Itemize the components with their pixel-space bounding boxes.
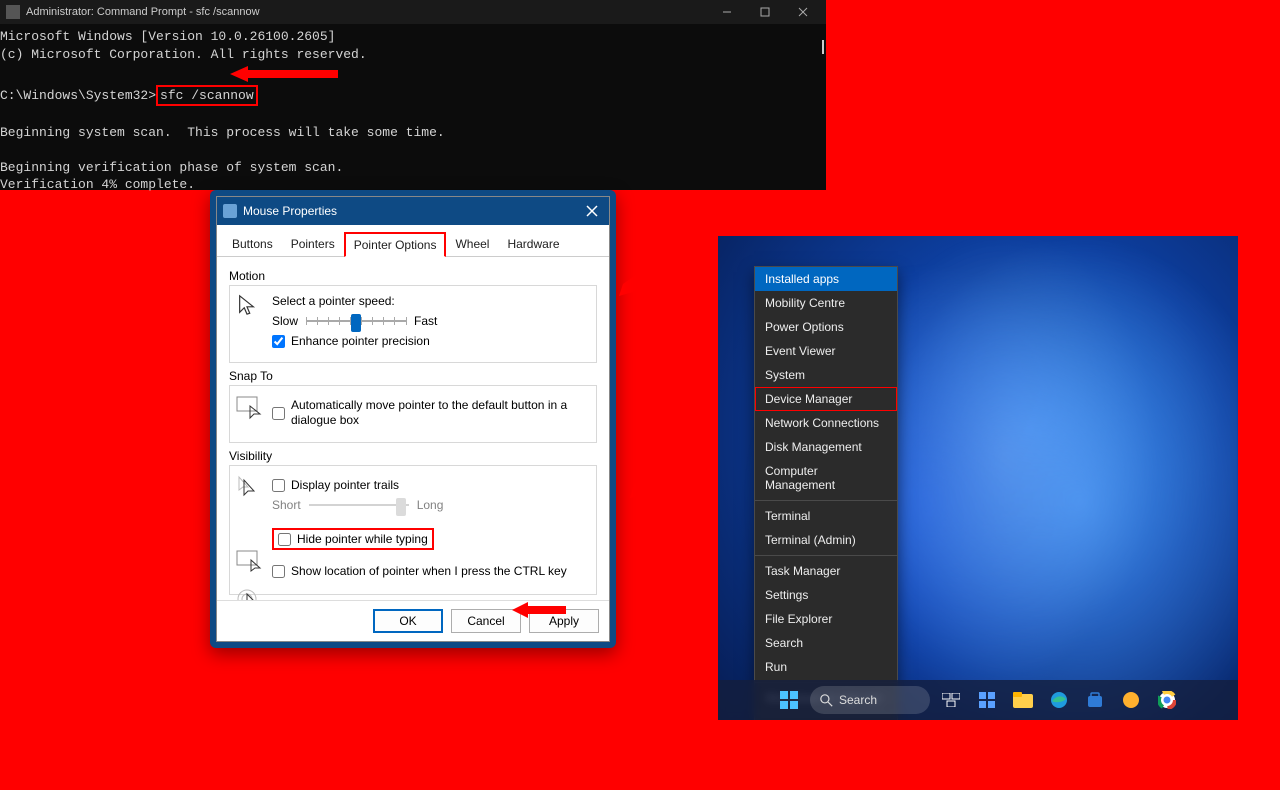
cmd-command-highlight: sfc /scannow xyxy=(156,85,258,107)
taskbar-search[interactable]: Search xyxy=(810,686,930,714)
taskbar: Search xyxy=(718,680,1238,720)
arrow-annotation xyxy=(617,256,667,296)
menu-installed-apps[interactable]: Installed apps xyxy=(755,267,897,291)
tab-hardware[interactable]: Hardware xyxy=(498,232,568,257)
snap-icon xyxy=(236,394,262,420)
search-icon xyxy=(820,694,833,707)
ctrl-locate-checkbox[interactable]: Show location of pointer when I press th… xyxy=(272,564,588,578)
menu-mobility-centre[interactable]: Mobility Centre xyxy=(755,291,897,315)
menu-separator xyxy=(755,555,897,556)
pointer-speed-slider[interactable]: Slow Fast xyxy=(272,312,588,330)
menu-network-connections[interactable]: Network Connections xyxy=(755,411,897,435)
minimize-button[interactable] xyxy=(708,0,746,24)
apply-button[interactable]: Apply xyxy=(529,609,599,633)
mp-titlebar: Mouse Properties xyxy=(217,197,609,225)
trails-icon xyxy=(236,474,262,500)
winx-menu: Installed apps Mobility Centre Power Opt… xyxy=(754,266,898,720)
menu-settings[interactable]: Settings xyxy=(755,583,897,607)
trails-length-slider: Short Long xyxy=(272,496,588,514)
menu-disk-management[interactable]: Disk Management xyxy=(755,435,897,459)
motion-label: Motion xyxy=(229,269,597,283)
widgets-button[interactable] xyxy=(972,685,1002,715)
cmd-body: Microsoft Windows [Version 10.0.26100.26… xyxy=(0,24,826,194)
tab-buttons[interactable]: Buttons xyxy=(223,232,282,257)
menu-device-manager[interactable]: Device Manager xyxy=(755,387,897,411)
snap-checkbox[interactable]: Automatically move pointer to the defaul… xyxy=(272,398,588,428)
arrow-annotation xyxy=(760,730,790,790)
task-view-button[interactable] xyxy=(936,685,966,715)
cmd-titlebar: Administrator: Command Prompt - sfc /sca… xyxy=(0,0,826,24)
mouse-properties-dialog: Mouse Properties Buttons Pointers Pointe… xyxy=(210,190,616,648)
edge-icon[interactable] xyxy=(1044,685,1074,715)
start-button[interactable] xyxy=(774,685,804,715)
mouse-icon xyxy=(223,204,237,218)
menu-power-options[interactable]: Power Options xyxy=(755,315,897,339)
menu-computer-management[interactable]: Computer Management xyxy=(755,459,897,497)
arrow-annotation xyxy=(628,450,678,500)
hide-icon xyxy=(236,550,262,572)
menu-system[interactable]: System xyxy=(755,363,897,387)
snap-group: Automatically move pointer to the defaul… xyxy=(229,385,597,443)
cancel-button[interactable]: Cancel xyxy=(451,609,521,633)
hide-pointer-highlight: Hide pointer while typing xyxy=(272,528,434,550)
menu-separator xyxy=(755,500,897,501)
menu-search[interactable]: Search xyxy=(755,631,897,655)
menu-terminal[interactable]: Terminal xyxy=(755,504,897,528)
ok-button[interactable]: OK xyxy=(373,609,443,633)
cursor-icon xyxy=(236,294,262,320)
cmd-caret xyxy=(822,40,824,54)
menu-event-viewer[interactable]: Event Viewer xyxy=(755,339,897,363)
mp-title: Mouse Properties xyxy=(243,204,337,218)
desktop-panel: Installed apps Mobility Centre Power Opt… xyxy=(718,236,1238,720)
hide-pointer-checkbox[interactable]: Hide pointer while typing xyxy=(278,532,428,546)
app-icon[interactable] xyxy=(1116,685,1146,715)
close-icon[interactable] xyxy=(581,200,603,222)
enhance-precision-checkbox[interactable]: Enhance pointer precision xyxy=(272,334,588,348)
menu-terminal-admin[interactable]: Terminal (Admin) xyxy=(755,528,897,552)
menu-file-explorer[interactable]: File Explorer xyxy=(755,607,897,631)
motion-group: Select a pointer speed: Slow Fast Enhanc… xyxy=(229,285,597,363)
close-button[interactable] xyxy=(784,0,822,24)
speed-label: Select a pointer speed: xyxy=(272,294,588,308)
tab-pointers[interactable]: Pointers xyxy=(282,232,344,257)
ctrl-locate-icon xyxy=(236,588,262,600)
menu-task-manager[interactable]: Task Manager xyxy=(755,559,897,583)
mp-button-row: OK Cancel Apply xyxy=(217,600,609,641)
visibility-group: Display pointer trails Short Long xyxy=(229,465,597,595)
cmd-title: Administrator: Command Prompt - sfc /sca… xyxy=(26,6,260,18)
mp-tabstrip: Buttons Pointers Pointer Options Wheel H… xyxy=(217,225,609,257)
tab-wheel[interactable]: Wheel xyxy=(446,232,498,257)
store-icon[interactable] xyxy=(1080,685,1110,715)
maximize-button[interactable] xyxy=(746,0,784,24)
snap-label: Snap To xyxy=(229,369,597,383)
visibility-label: Visibility xyxy=(229,449,597,463)
trails-checkbox[interactable]: Display pointer trails xyxy=(272,478,588,492)
mp-content: Motion Select a pointer speed: Slow Fast xyxy=(217,257,609,600)
tab-pointer-options[interactable]: Pointer Options xyxy=(344,232,447,257)
explorer-icon[interactable] xyxy=(1008,685,1038,715)
chrome-icon[interactable] xyxy=(1152,685,1182,715)
cmd-icon xyxy=(6,5,20,19)
menu-run[interactable]: Run xyxy=(755,655,897,679)
cmd-window: Administrator: Command Prompt - sfc /sca… xyxy=(0,0,826,190)
